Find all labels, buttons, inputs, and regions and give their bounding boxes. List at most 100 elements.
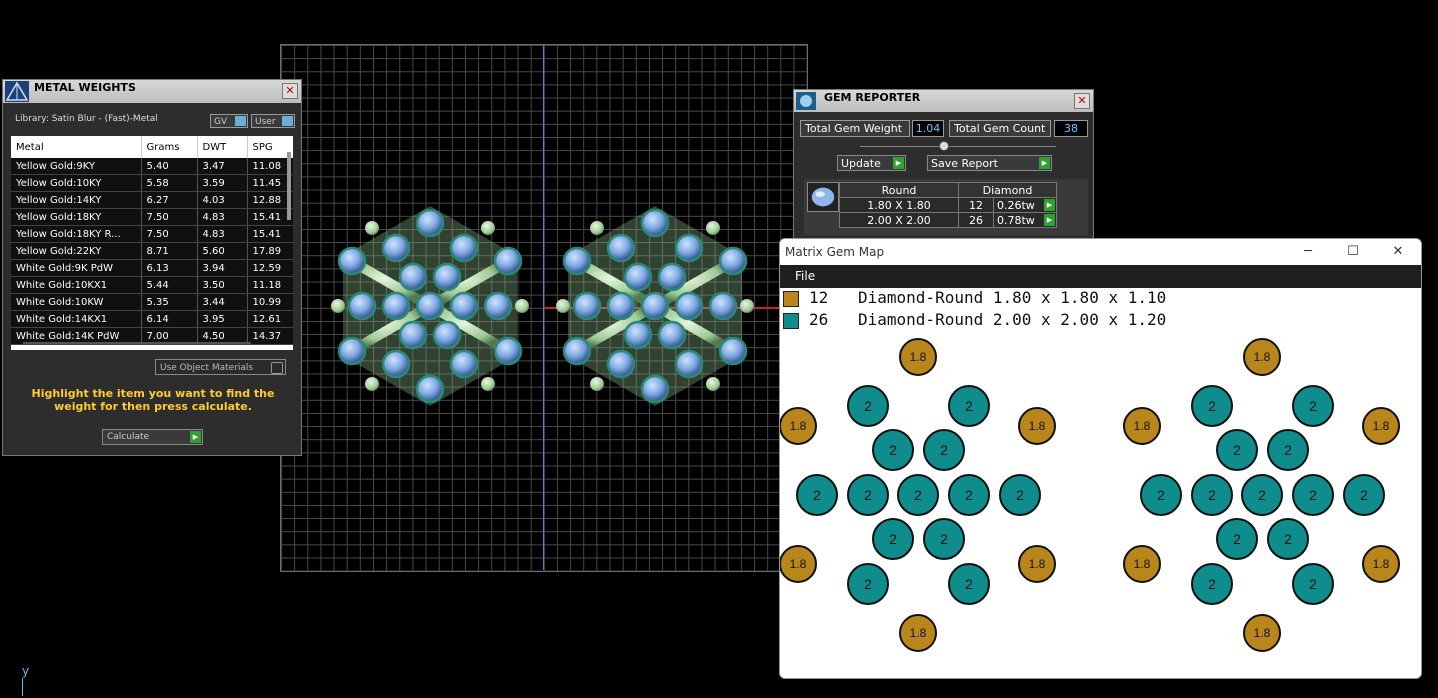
gem-2-marker[interactable]: 2 xyxy=(923,518,965,560)
update-label: Update xyxy=(841,157,881,170)
gem-2-marker[interactable]: 2 xyxy=(1292,474,1334,516)
gem-2-marker[interactable]: 2 xyxy=(948,474,990,516)
gem-2-marker[interactable]: 2 xyxy=(1191,385,1233,427)
instruction-text: Highlight the item you want to find the … xyxy=(31,387,275,413)
gem-2-marker[interactable]: 2 xyxy=(1267,429,1309,471)
gem-tw-cell[interactable]: 0.26tw ▶ xyxy=(993,197,1057,213)
matrix-logo-icon xyxy=(5,81,29,102)
gem-2-marker[interactable]: 2 xyxy=(847,563,889,605)
gem-2-marker[interactable]: 2 xyxy=(999,474,1041,516)
gem-2-marker[interactable]: 2 xyxy=(948,385,990,427)
gem-1-8-marker[interactable]: 1.8 xyxy=(1018,545,1056,583)
use-object-materials-checkbox[interactable]: Use Object Materials xyxy=(155,359,286,375)
calculate-button[interactable]: Calculate ▶ xyxy=(102,429,203,445)
gem-shape-header: Round xyxy=(839,182,959,198)
gem-table[interactable]: Round Diamond 1.80 X 1.80 12 0.26tw ▶ 2.0… xyxy=(839,182,1057,228)
user-toggle[interactable]: User xyxy=(251,114,295,128)
metal-table[interactable]: Metal Grams DWT SPG Yellow Gold:9KY 5.40 3… xyxy=(11,136,293,350)
spg-value: 11.18 xyxy=(247,276,293,294)
table-row[interactable]: White Gold:9K PdW 6.13 3.94 12.59 xyxy=(11,259,293,277)
table-row[interactable]: Yellow Gold:10KY 5.58 3.59 11.45 xyxy=(11,174,293,192)
column-header-grams[interactable]: Grams xyxy=(141,136,198,158)
gem-1-8-label: 1.8 xyxy=(1254,626,1271,640)
gem-2-marker[interactable]: 2 xyxy=(1191,563,1233,605)
gem-2-marker[interactable]: 2 xyxy=(796,474,838,516)
gem-1-8-marker[interactable]: 1.8 xyxy=(1243,338,1281,376)
gem-tw-cell[interactable]: 0.78tw ▶ xyxy=(993,212,1057,228)
gem-2-marker[interactable]: 2 xyxy=(1241,474,1283,516)
dwt-value: 3.94 xyxy=(197,259,248,277)
update-button[interactable]: Update ▶ xyxy=(837,155,906,171)
column-header-dwt[interactable]: DWT xyxy=(197,136,248,158)
gem-2-marker[interactable]: 2 xyxy=(872,518,914,560)
gem-2-marker[interactable]: 2 xyxy=(1140,474,1182,516)
gem-1-8-marker[interactable]: 1.8 xyxy=(899,614,937,652)
gem-2-marker[interactable]: 2 xyxy=(948,563,990,605)
table-row[interactable]: Yellow Gold:14KY 6.27 4.03 12.88 xyxy=(11,191,293,209)
gem-1-8-marker[interactable]: 1.8 xyxy=(899,338,937,376)
gv-toggle[interactable]: GV xyxy=(210,114,248,128)
gem-table-row[interactable]: 1.80 X 1.80 12 0.26tw ▶ xyxy=(839,197,1057,213)
gem-2-marker[interactable]: 2 xyxy=(1267,518,1309,560)
gem-1-8-label: 1.8 xyxy=(1029,557,1046,571)
gem-2-marker[interactable]: 2 xyxy=(847,474,889,516)
table-row[interactable]: Yellow Gold:18KY 7.50 4.83 15.41 xyxy=(11,208,293,226)
gem-1-8-marker[interactable]: 1.8 xyxy=(1243,614,1281,652)
save-report-button[interactable]: Save Report ▶ xyxy=(927,155,1052,171)
render-gem xyxy=(718,336,748,366)
gem-2-marker[interactable]: 2 xyxy=(872,429,914,471)
metal-bead xyxy=(590,221,604,235)
gem-map-canvas[interactable]: 1.8 1.8 1.8 1.8 1.8 1.8 2 2 2 2 2 2 2 2 2 2 2 2 2 1.8 1.8 1.8… xyxy=(780,239,1421,678)
gem-1-8-marker[interactable]: 1.8 xyxy=(1123,545,1161,583)
earring-render xyxy=(331,206,754,406)
gem-size: 1.80 X 1.80 xyxy=(839,197,959,213)
render-gem xyxy=(449,291,479,321)
render-gem xyxy=(562,246,592,276)
gem-2-marker[interactable]: 2 xyxy=(1191,474,1233,516)
gem-2-marker[interactable]: 2 xyxy=(923,429,965,471)
close-icon[interactable]: ✕ xyxy=(1074,93,1090,109)
horizontal-scrollbar[interactable] xyxy=(23,342,251,344)
table-row[interactable]: Yellow Gold:9KY 5.40 3.47 11.08 xyxy=(11,158,293,175)
metal-weights-titlebar[interactable]: METAL WEIGHTS ✕ xyxy=(3,80,301,103)
gem-1-8-marker[interactable]: 1.8 xyxy=(780,407,817,445)
axis-label-y: y xyxy=(22,664,30,678)
gem-2-marker[interactable]: 2 xyxy=(1216,429,1258,471)
size-slider-handle[interactable] xyxy=(939,141,949,151)
gem-2-marker[interactable]: 2 xyxy=(897,474,939,516)
table-row[interactable]: White Gold:10KW 5.35 3.44 10.99 xyxy=(11,293,293,311)
render-gem xyxy=(483,291,513,321)
size-slider-track[interactable] xyxy=(860,146,1056,147)
gem-1-8-marker[interactable]: 1.8 xyxy=(1123,407,1161,445)
gem-1-8-marker[interactable]: 1.8 xyxy=(1018,407,1056,445)
vertical-scrollbar[interactable] xyxy=(287,152,291,220)
gem-2-marker[interactable]: 2 xyxy=(1216,518,1258,560)
gem-2-marker[interactable]: 2 xyxy=(1292,385,1334,427)
gem-1-8-marker[interactable]: 1.8 xyxy=(1362,407,1400,445)
gem-size: 2.00 X 2.00 xyxy=(839,212,959,228)
table-row[interactable]: White Gold:10KX1 5.44 3.50 11.18 xyxy=(11,276,293,294)
gem-1-8-label: 1.8 xyxy=(1029,419,1046,433)
gv-label: GV xyxy=(214,117,228,127)
render-gem xyxy=(674,291,704,321)
gem-reporter-titlebar[interactable]: GEM REPORTER ✕ xyxy=(794,90,1093,112)
gem-2-marker[interactable]: 2 xyxy=(847,385,889,427)
gem-1-8-label: 1.8 xyxy=(790,419,807,433)
library-label: Library: Satin Blur - (Fast)-Metal xyxy=(15,114,158,124)
table-row[interactable]: Yellow Gold:22KY 8.71 5.60 17.89 xyxy=(11,242,293,260)
gem-2-marker[interactable]: 2 xyxy=(1343,474,1385,516)
render-gem xyxy=(572,291,602,321)
render-gem xyxy=(674,233,704,263)
table-row[interactable]: White Gold:14KX1 6.14 3.95 12.61 xyxy=(11,310,293,328)
gem-1-8-marker[interactable]: 1.8 xyxy=(1362,545,1400,583)
gem-2-label: 2 xyxy=(1309,576,1317,592)
close-icon[interactable]: ✕ xyxy=(282,83,298,99)
column-header-metal[interactable]: Metal xyxy=(11,136,142,158)
gem-1-8-label: 1.8 xyxy=(1134,419,1151,433)
gem-2-label: 2 xyxy=(813,487,821,503)
table-row[interactable]: Yellow Gold:18KY R... 7.50 4.83 15.41 xyxy=(11,225,293,243)
gem-1-8-marker[interactable]: 1.8 xyxy=(780,545,817,583)
render-gem xyxy=(606,233,636,263)
gem-table-row[interactable]: 2.00 X 2.00 26 0.78tw ▶ xyxy=(839,212,1057,228)
gem-2-marker[interactable]: 2 xyxy=(1292,563,1334,605)
